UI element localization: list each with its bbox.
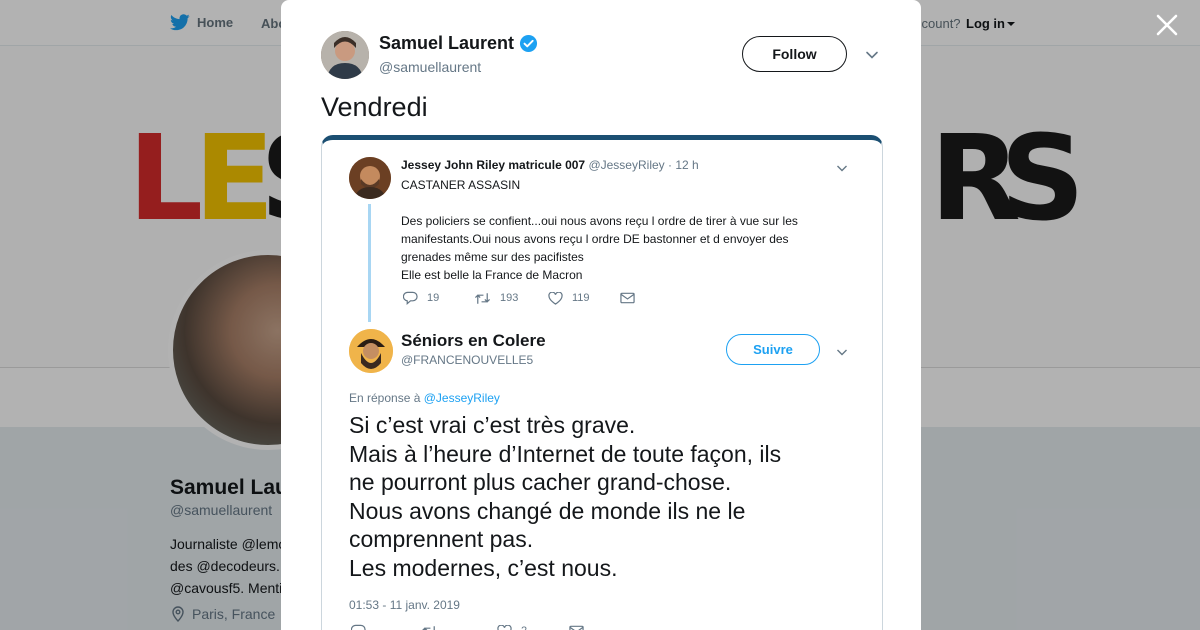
reply-tweet-line: Mais à l’heure d’Internet de toute façon… xyxy=(349,440,782,467)
heart-icon xyxy=(548,291,563,305)
like-action: 2 xyxy=(497,624,569,630)
reply-tweet-line: comprennent pas. xyxy=(349,526,534,552)
reply-tweet-line: ne pourront plus cacher grand-chose. xyxy=(349,469,732,495)
in-reply-to-prefix: En réponse à xyxy=(349,391,421,405)
reply-count: 19 xyxy=(427,292,440,304)
reply-tweet-line: Les modernes, c’est nous. xyxy=(349,554,618,581)
tweet-text: Vendredi xyxy=(321,92,428,122)
like-count: 119 xyxy=(572,292,590,304)
suivre-button: Suivre xyxy=(726,334,820,365)
reply-author-name: Séniors en Colere xyxy=(401,331,546,350)
like-action: 119 xyxy=(548,291,620,305)
like-count: 2 xyxy=(521,625,527,630)
reply-tweet-line: Nous avons changé de monde ils ne le xyxy=(349,497,746,524)
author-name[interactable]: Samuel Laurent xyxy=(379,33,538,54)
envelope-icon xyxy=(620,292,635,304)
reply-tweet-body: Si c’est vrai c’est très grave. Mais à l… xyxy=(349,411,869,582)
retweet-count: 193 xyxy=(500,292,519,304)
chevron-down-icon xyxy=(837,349,847,356)
reply-tweet-line: Si c’est vrai c’est très grave. xyxy=(349,412,636,438)
envelope-icon xyxy=(569,625,584,630)
in-reply-to-handle: @JesseyRiley xyxy=(423,391,500,405)
reply-tweet-actions: 2 xyxy=(351,624,584,630)
reply-timestamp: 01:53 - 11 janv. 2019 xyxy=(349,598,460,612)
message-action xyxy=(620,291,635,305)
reply-author-handle: @FRANCENOUVELLE5 xyxy=(401,353,534,367)
quoted-tweet-line: Elle est belle la France de Macron xyxy=(401,268,583,282)
author-name-text: Samuel Laurent xyxy=(379,33,515,53)
quoted-author-meta: @JesseyRiley · 12 h xyxy=(588,158,699,172)
quoted-tweet-body: CASTANER ASSASIN Des policiers se confie… xyxy=(401,176,831,302)
retweet-action xyxy=(421,624,497,630)
quoted-tweet-line: CASTANER ASSASIN xyxy=(401,178,521,192)
close-icon[interactable] xyxy=(1154,12,1180,38)
chevron-down-icon[interactable] xyxy=(865,48,879,62)
quoted-tweet-line: Des policiers se confient...oui nous avo… xyxy=(401,214,798,264)
reply-action xyxy=(351,624,421,630)
follow-button[interactable]: Follow xyxy=(742,36,847,72)
tweet-modal: Samuel Laurent @samuellaurent Follow Ven… xyxy=(281,0,921,630)
quoted-author-name: Jessey John Riley matricule 007 xyxy=(401,158,586,172)
retweet-action: 193 xyxy=(474,291,548,305)
quoted-author-portrait xyxy=(349,157,391,199)
retweet-icon xyxy=(474,292,491,304)
quoted-tweet-header: Jessey John Riley matricule 007 @JesseyR… xyxy=(401,158,699,172)
retweet-icon xyxy=(421,625,435,630)
tweet-attached-image[interactable]: Jessey John Riley matricule 007 @JesseyR… xyxy=(321,135,883,630)
chevron-down-icon xyxy=(837,165,847,172)
reply-icon xyxy=(351,624,366,630)
heart-icon xyxy=(497,624,512,630)
reply-author-portrait xyxy=(349,329,393,373)
in-reply-to: En réponse à @JesseyRiley xyxy=(349,391,500,405)
message-action xyxy=(569,624,584,630)
quoted-author-avatar xyxy=(349,157,391,199)
author-handle[interactable]: @samuellaurent xyxy=(379,59,481,75)
author-avatar[interactable] xyxy=(321,31,369,79)
reply-icon xyxy=(403,291,418,305)
verified-badge-icon xyxy=(519,34,538,53)
author-portrait xyxy=(321,31,369,79)
reply-action: 19 xyxy=(403,291,474,305)
thread-connector-line xyxy=(368,204,371,322)
quoted-tweet-actions: 19 193 119 xyxy=(403,291,635,305)
reply-author-avatar xyxy=(349,329,393,373)
